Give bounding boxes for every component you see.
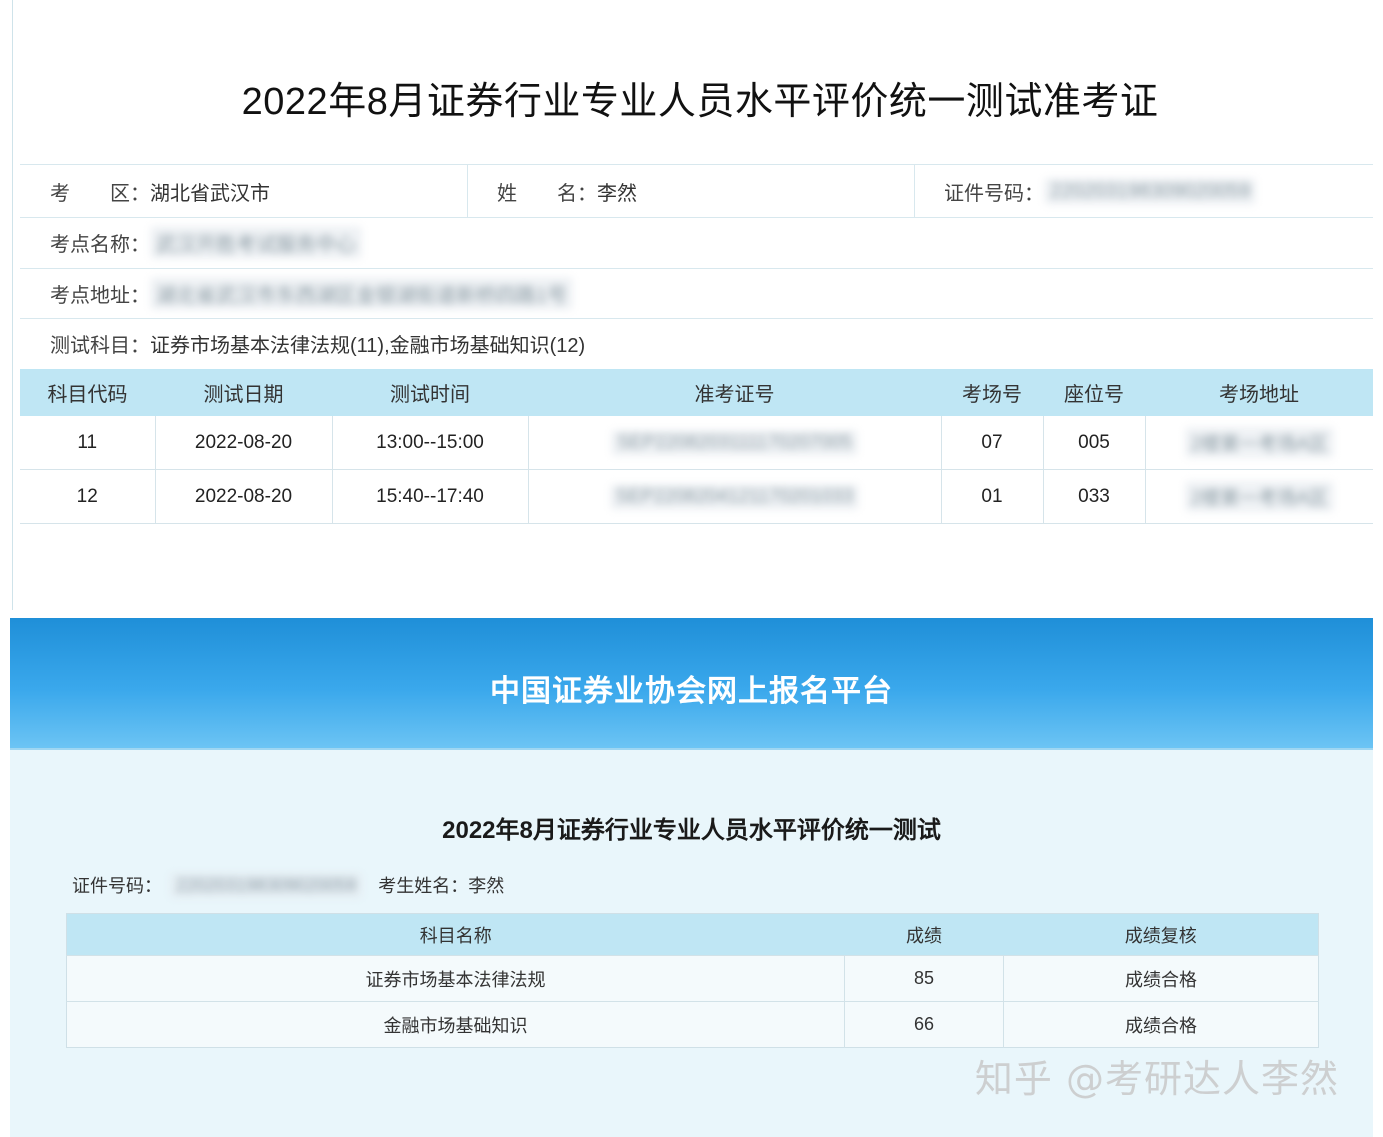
subject-code: 11 bbox=[20, 416, 156, 470]
cell-divider bbox=[467, 165, 468, 217]
room-address-redacted: 2楼第一考场A区 bbox=[1184, 427, 1334, 458]
site-name-redacted: 武汉开胜考试服务中心 bbox=[150, 225, 362, 259]
room-address: 2楼第一考场A区 bbox=[1145, 469, 1373, 524]
info-row-site-name: 考点名称： 武汉开胜考试服务中心 bbox=[20, 216, 1373, 269]
id-cell: 证件号码： 220203198309020059 bbox=[944, 165, 1257, 217]
seat-number: 033 bbox=[1043, 469, 1146, 524]
score-value: 85 bbox=[844, 955, 1004, 1002]
score-review: 成绩合格 bbox=[1003, 955, 1319, 1002]
test-date: 2022-08-20 bbox=[155, 416, 333, 470]
site-address-label: 考点地址： bbox=[50, 284, 150, 307]
name-value: 李然 bbox=[597, 182, 637, 205]
table-row: 证券市场基本法律法规 85 成绩合格 bbox=[66, 955, 1319, 1002]
site-name-cell: 考点名称： 武汉开胜考试服务中心 bbox=[50, 216, 362, 268]
info-row-basic: 考 区： 湖北省武汉市 姓 名： 李然 证件号码： 22020319830902… bbox=[20, 164, 1373, 218]
subject-name: 证券市场基本法律法规 bbox=[66, 955, 845, 1002]
id-label: 证件号码： bbox=[944, 182, 1044, 205]
ticket-number: SEP2208203111170207005 bbox=[528, 416, 942, 470]
exam-area-value: 湖北省武汉市 bbox=[150, 182, 270, 205]
site-address-cell: 考点地址： 湖北省武汉市东西湖区金银湖街道新桥四路1号 bbox=[50, 268, 574, 318]
site-address-redacted: 湖北省武汉市东西湖区金银湖街道新桥四路1号 bbox=[150, 276, 574, 310]
col-header-score-review: 成绩复核 bbox=[1003, 913, 1319, 956]
id-number-redacted: 220203198309020059 bbox=[1044, 177, 1257, 205]
subjects-label: 测试科目： bbox=[50, 335, 150, 357]
score-heading: 2022年8月证券行业专业人员水平评价统一测试 bbox=[442, 817, 941, 844]
subjects-cell: 测试科目： 证券市场基本法律法规(11),金融市场基础知识(12) bbox=[50, 318, 585, 369]
table-row: 11 2022-08-20 13:00--15:00 SEP2208203111… bbox=[20, 416, 1373, 470]
score-value: 66 bbox=[844, 1001, 1004, 1048]
score-name-label: 考生姓名： bbox=[378, 876, 469, 896]
subject-name: 金融市场基础知识 bbox=[66, 1001, 845, 1048]
score-id-label: 证件号码： bbox=[72, 876, 162, 896]
ticket-title: 2022年8月证券行业专业人员水平评价统一测试准考证 bbox=[241, 81, 1159, 123]
score-header-row: 科目名称 成绩 成绩复核 bbox=[66, 913, 1319, 956]
test-date: 2022-08-20 bbox=[155, 469, 333, 524]
subject-code: 12 bbox=[20, 469, 156, 524]
exam-schedule-table: 科目代码 测试日期 测试时间 准考证号 考场号 座位号 考场地址 11 2022… bbox=[20, 369, 1373, 524]
col-header-room-number: 考场号 bbox=[941, 369, 1043, 416]
col-header-test-date: 测试日期 bbox=[155, 369, 332, 416]
info-row-site-address: 考点地址： 湖北省武汉市东西湖区金银湖街道新桥四路1号 bbox=[20, 268, 1373, 319]
info-row-subjects: 测试科目： 证券市场基本法律法规(11),金融市场基础知识(12) bbox=[20, 318, 1373, 369]
candidate-info: 证件号码： 220203198309020059 考生姓名： 李然 bbox=[72, 872, 504, 898]
platform-title: 中国证券业协会网上报名平台 bbox=[490, 675, 893, 708]
test-time: 13:00--15:00 bbox=[332, 416, 529, 470]
score-review: 成绩合格 bbox=[1003, 1001, 1319, 1048]
score-id-redacted: 220203198309020059 bbox=[170, 872, 363, 898]
room-number: 07 bbox=[941, 416, 1044, 470]
col-header-ticket-number: 准考证号 bbox=[528, 369, 941, 416]
name-cell: 姓 名： 李然 bbox=[497, 165, 637, 217]
score-name-value: 李然 bbox=[468, 876, 505, 896]
col-header-room-address: 考场地址 bbox=[1145, 369, 1373, 416]
col-header-seat-number: 座位号 bbox=[1043, 369, 1145, 416]
subjects-value: 证券市场基本法律法规(11),金融市场基础知识(12) bbox=[150, 335, 586, 357]
col-header-score: 成绩 bbox=[844, 913, 1004, 956]
site-name-label: 考点名称： bbox=[50, 233, 150, 256]
room-number: 01 bbox=[941, 469, 1044, 524]
zhihu-watermark: 知乎 @考研达人李然 bbox=[974, 1057, 1339, 1101]
name-label: 姓 名： bbox=[497, 182, 597, 205]
platform-banner: 中国证券业协会网上报名平台 bbox=[10, 618, 1373, 750]
ticket-number-redacted: SEP2208204121170201033 bbox=[609, 483, 860, 510]
col-header-subject-name: 科目名称 bbox=[66, 913, 845, 956]
seat-number: 005 bbox=[1043, 416, 1146, 470]
score-table: 科目名称 成绩 成绩复核 证券市场基本法律法规 85 成绩合格 金融市场基础知识… bbox=[66, 913, 1319, 1048]
score-panel: 中国证券业协会网上报名平台 2022年8月证券行业专业人员水平评价统一测试 证件… bbox=[10, 618, 1373, 1137]
table-row: 金融市场基础知识 66 成绩合格 bbox=[66, 1001, 1319, 1048]
room-address: 2楼第一考场A区 bbox=[1145, 416, 1373, 470]
ticket-number: SEP2208204121170201033 bbox=[528, 469, 942, 524]
table-row: 12 2022-08-20 15:40--17:40 SEP2208204121… bbox=[20, 469, 1373, 524]
ticket-number-redacted: SEP2208203111170207005 bbox=[611, 429, 858, 456]
col-header-subject-code: 科目代码 bbox=[20, 369, 155, 416]
col-header-test-time: 测试时间 bbox=[332, 369, 528, 416]
table-header-row: 科目代码 测试日期 测试时间 准考证号 考场号 座位号 考场地址 bbox=[20, 369, 1373, 416]
room-address-redacted: 2楼第一考场A区 bbox=[1184, 481, 1334, 512]
admission-ticket: 2022年8月证券行业专业人员水平评价统一测试准考证 考 区： 湖北省武汉市 姓… bbox=[0, 0, 1383, 610]
cell-divider bbox=[914, 165, 915, 217]
test-time: 15:40--17:40 bbox=[332, 469, 529, 524]
exam-area-cell: 考 区： 湖北省武汉市 bbox=[50, 165, 270, 217]
exam-area-label: 考 区： bbox=[50, 182, 150, 205]
